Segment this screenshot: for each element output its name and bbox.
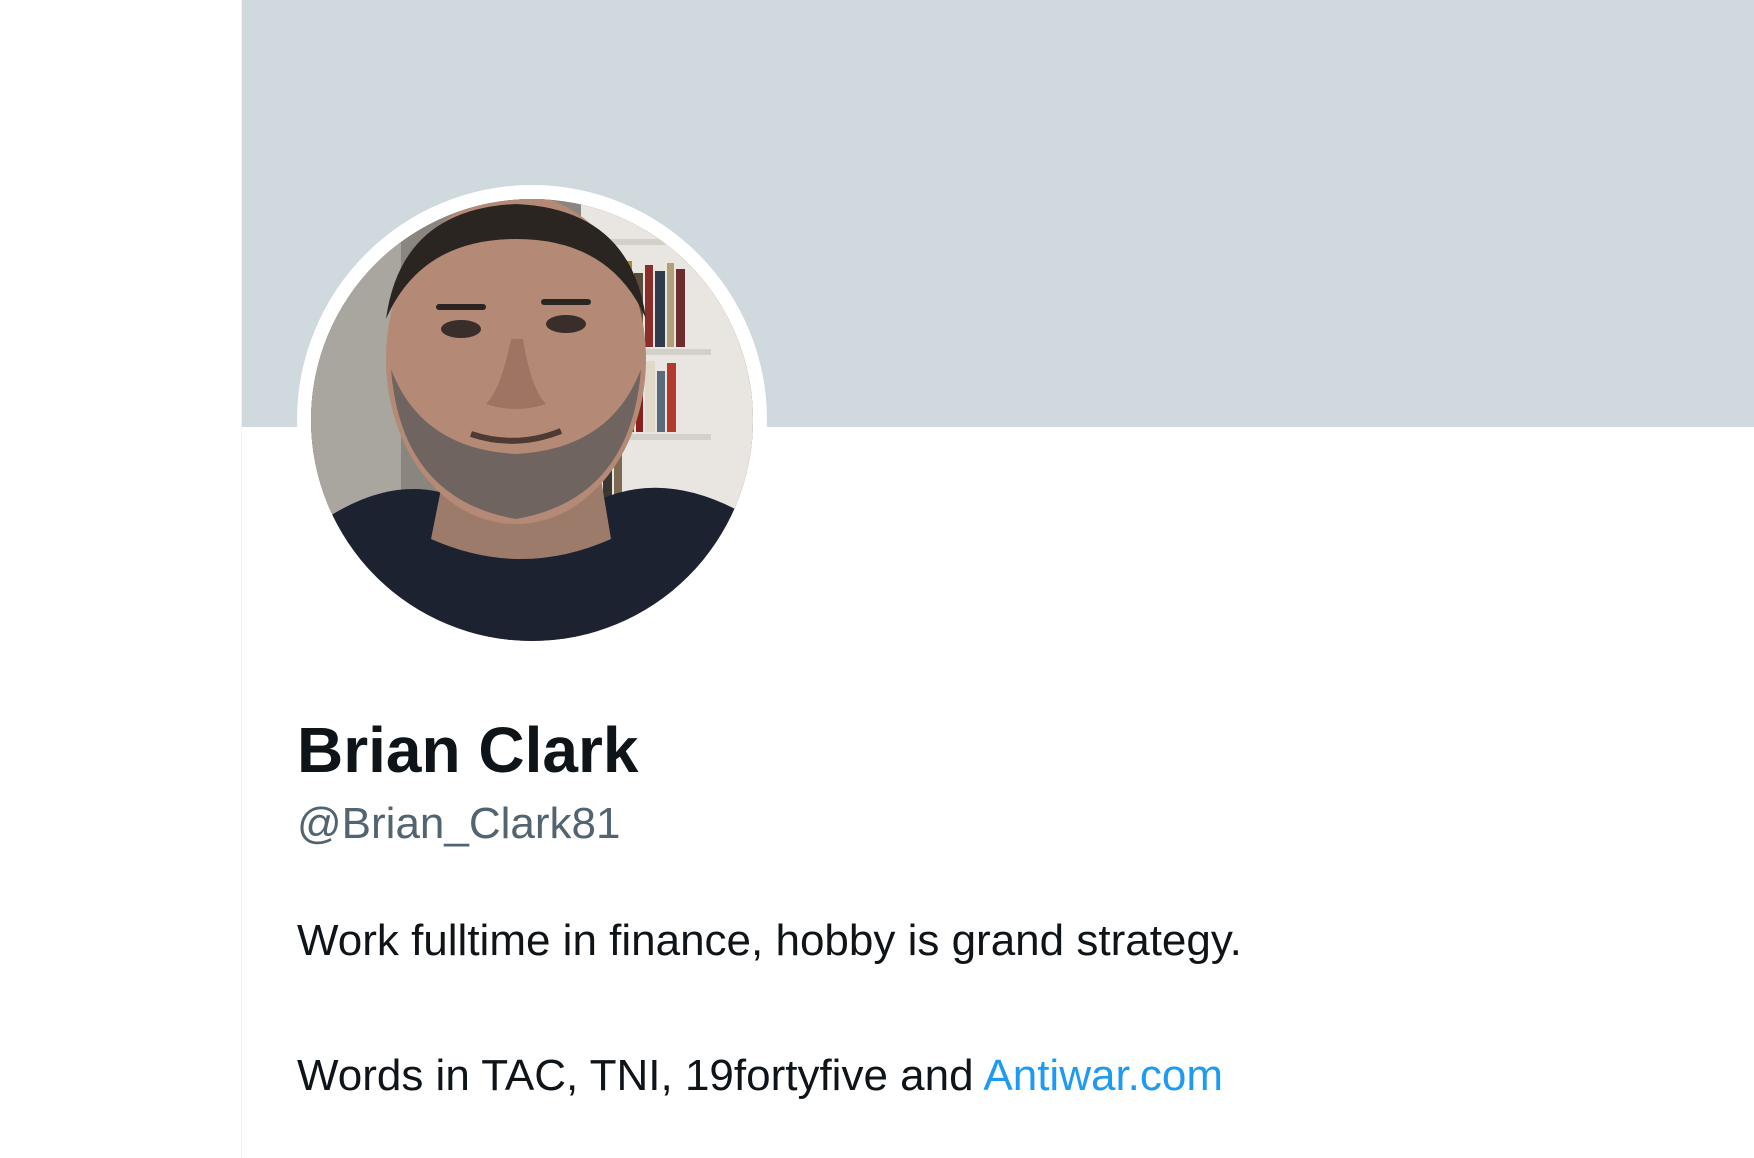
bio-line-2-text: Words in TAC, TNI, 19fortyfive and xyxy=(297,1051,984,1100)
user-handle: @Brian_Clark81 xyxy=(297,799,621,848)
avatar[interactable] xyxy=(311,199,753,641)
avatar-ring xyxy=(297,185,767,655)
profile-column xyxy=(241,0,1754,1158)
display-name: Brian Clark xyxy=(297,714,639,786)
bio-line-1: Work fulltime in finance, hobby is grand… xyxy=(297,916,1242,965)
left-gutter xyxy=(0,0,241,1158)
avatar-photo-icon xyxy=(311,199,753,641)
bio-line-2: Words in TAC, TNI, 19fortyfive and Antiw… xyxy=(297,1048,1223,1104)
bio-link-antiwar[interactable]: Antiwar.com xyxy=(983,1051,1223,1100)
